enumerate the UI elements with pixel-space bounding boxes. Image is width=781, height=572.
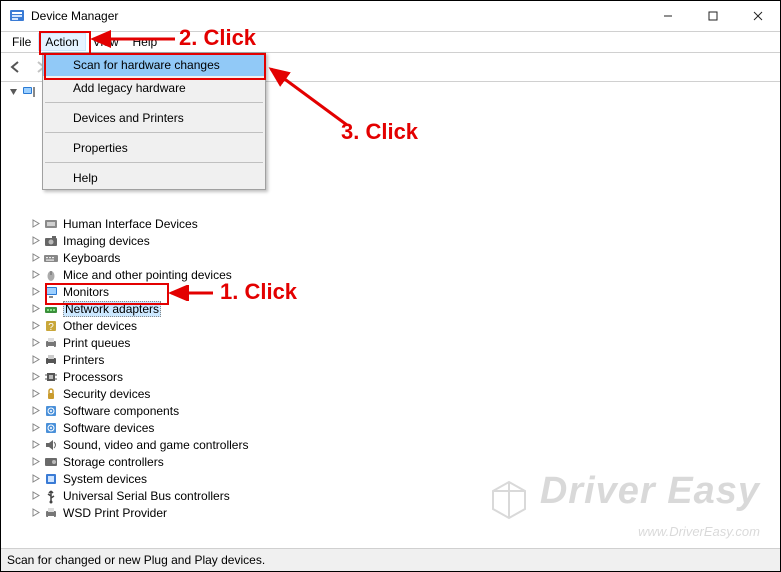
tree-item-label: Printers	[63, 353, 104, 367]
expand-icon[interactable]	[29, 405, 41, 417]
tree-item-mice-and-other-pointing-devices[interactable]: Mice and other pointing devices	[7, 266, 780, 283]
tree-item-printers[interactable]: Printers	[7, 351, 780, 368]
keyboard-icon	[43, 250, 59, 266]
tree-item-label: System devices	[63, 472, 147, 486]
action-menu: Scan for hardware changesAdd legacy hard…	[42, 52, 266, 190]
camera-icon	[43, 233, 59, 249]
expand-icon[interactable]	[29, 473, 41, 485]
sw-icon	[43, 420, 59, 436]
sw-icon	[43, 403, 59, 419]
mouse-icon	[43, 267, 59, 283]
expand-icon[interactable]	[29, 456, 41, 468]
expand-icon[interactable]	[29, 371, 41, 383]
tree-item-processors[interactable]: Processors	[7, 368, 780, 385]
cpu-icon	[43, 369, 59, 385]
back-button[interactable]	[5, 56, 27, 78]
tree-item-network-adapters[interactable]: Network adapters	[7, 300, 780, 317]
tree-item-universal-serial-bus-controllers[interactable]: Universal Serial Bus controllers	[7, 487, 780, 504]
tree-item-wsd-print-provider[interactable]: WSD Print Provider	[7, 504, 780, 521]
menu-item-add-legacy-hardware[interactable]: Add legacy hardware	[43, 76, 265, 99]
expand-icon[interactable]	[29, 286, 41, 298]
tree-item-human-interface-devices[interactable]: Human Interface Devices	[7, 215, 780, 232]
tree-item-label: Print queues	[63, 336, 130, 350]
menu-item-properties[interactable]: Properties	[43, 136, 265, 159]
menu-file[interactable]: File	[5, 33, 38, 51]
svg-text:?: ?	[48, 322, 54, 333]
expand-icon[interactable]	[29, 235, 41, 247]
expand-icon[interactable]	[29, 320, 41, 332]
menu-separator	[45, 162, 263, 163]
tree-item-sound-video-and-game-controllers[interactable]: Sound, video and game controllers	[7, 436, 780, 453]
window: Device Manager FileActionViewHelp Scan f…	[0, 0, 781, 572]
menu-action[interactable]: Action	[38, 33, 85, 51]
expand-icon[interactable]	[29, 507, 41, 519]
tree-item-imaging-devices[interactable]: Imaging devices	[7, 232, 780, 249]
hid-icon	[43, 216, 59, 232]
menu-item-help[interactable]: Help	[43, 166, 265, 189]
expand-icon[interactable]	[29, 303, 41, 315]
tree-item-label: Network adapters	[63, 301, 161, 317]
expand-icon[interactable]	[29, 490, 41, 502]
tree-item-software-components[interactable]: Software components	[7, 402, 780, 419]
printq-icon	[43, 505, 59, 521]
menu-item-devices-and-printers[interactable]: Devices and Printers	[43, 106, 265, 129]
tree-item-label: Universal Serial Bus controllers	[63, 489, 230, 503]
other-icon: ?	[43, 318, 59, 334]
expand-icon[interactable]	[29, 269, 41, 281]
maximize-button[interactable]	[690, 1, 735, 31]
tree-item-label: Human Interface Devices	[63, 217, 198, 231]
menu-separator	[45, 132, 263, 133]
sound-icon	[43, 437, 59, 453]
system-icon	[43, 471, 59, 487]
printer-icon	[43, 352, 59, 368]
close-button[interactable]	[735, 1, 780, 31]
tree-item-label: Other devices	[63, 319, 137, 333]
tree-item-system-devices[interactable]: System devices	[7, 470, 780, 487]
tree-item-label: Security devices	[63, 387, 150, 401]
expand-icon[interactable]	[29, 252, 41, 264]
app-icon	[9, 8, 25, 24]
tree-item-label: Software components	[63, 404, 179, 418]
security-icon	[43, 386, 59, 402]
tree-item-label: WSD Print Provider	[63, 506, 167, 520]
network-icon	[43, 301, 59, 317]
tree-item-security-devices[interactable]: Security devices	[7, 385, 780, 402]
tree-item-label: Imaging devices	[63, 234, 150, 248]
tree-item-label: Sound, video and game controllers	[63, 438, 248, 452]
tree-item-label: Monitors	[63, 285, 109, 299]
menubar: FileActionViewHelp	[1, 32, 780, 53]
window-title: Device Manager	[31, 9, 645, 23]
expand-icon[interactable]	[29, 354, 41, 366]
menu-separator	[45, 102, 263, 103]
statusbar: Scan for changed or new Plug and Play de…	[1, 548, 780, 571]
expand-icon[interactable]	[29, 218, 41, 230]
menu-view[interactable]: View	[86, 33, 126, 51]
collapse-icon[interactable]	[7, 86, 19, 98]
usb-icon	[43, 488, 59, 504]
tree-item-label: Processors	[63, 370, 123, 384]
expand-icon[interactable]	[29, 439, 41, 451]
titlebar: Device Manager	[1, 1, 780, 32]
tree-item-label: Storage controllers	[63, 455, 164, 469]
menu-help[interactable]: Help	[126, 33, 165, 51]
minimize-button[interactable]	[645, 1, 690, 31]
tree-item-storage-controllers[interactable]: Storage controllers	[7, 453, 780, 470]
tree-item-monitors[interactable]: Monitors	[7, 283, 780, 300]
expand-icon[interactable]	[29, 422, 41, 434]
menu-item-scan-for-hardware-changes[interactable]: Scan for hardware changes	[43, 53, 265, 76]
tree-item-software-devices[interactable]: Software devices	[7, 419, 780, 436]
tree-item-keyboards[interactable]: Keyboards	[7, 249, 780, 266]
status-text: Scan for changed or new Plug and Play de…	[7, 553, 265, 567]
tree-item-label: Mice and other pointing devices	[63, 268, 232, 282]
storage-icon	[43, 454, 59, 470]
expand-icon[interactable]	[29, 337, 41, 349]
tree-item-label: Keyboards	[63, 251, 120, 265]
monitor-icon	[43, 284, 59, 300]
printq-icon	[43, 335, 59, 351]
tree-item-other-devices[interactable]: ? Other devices	[7, 317, 780, 334]
tree-item-print-queues[interactable]: Print queues	[7, 334, 780, 351]
computer-icon	[21, 84, 37, 100]
tree-item-label: Software devices	[63, 421, 154, 435]
expand-icon[interactable]	[29, 388, 41, 400]
